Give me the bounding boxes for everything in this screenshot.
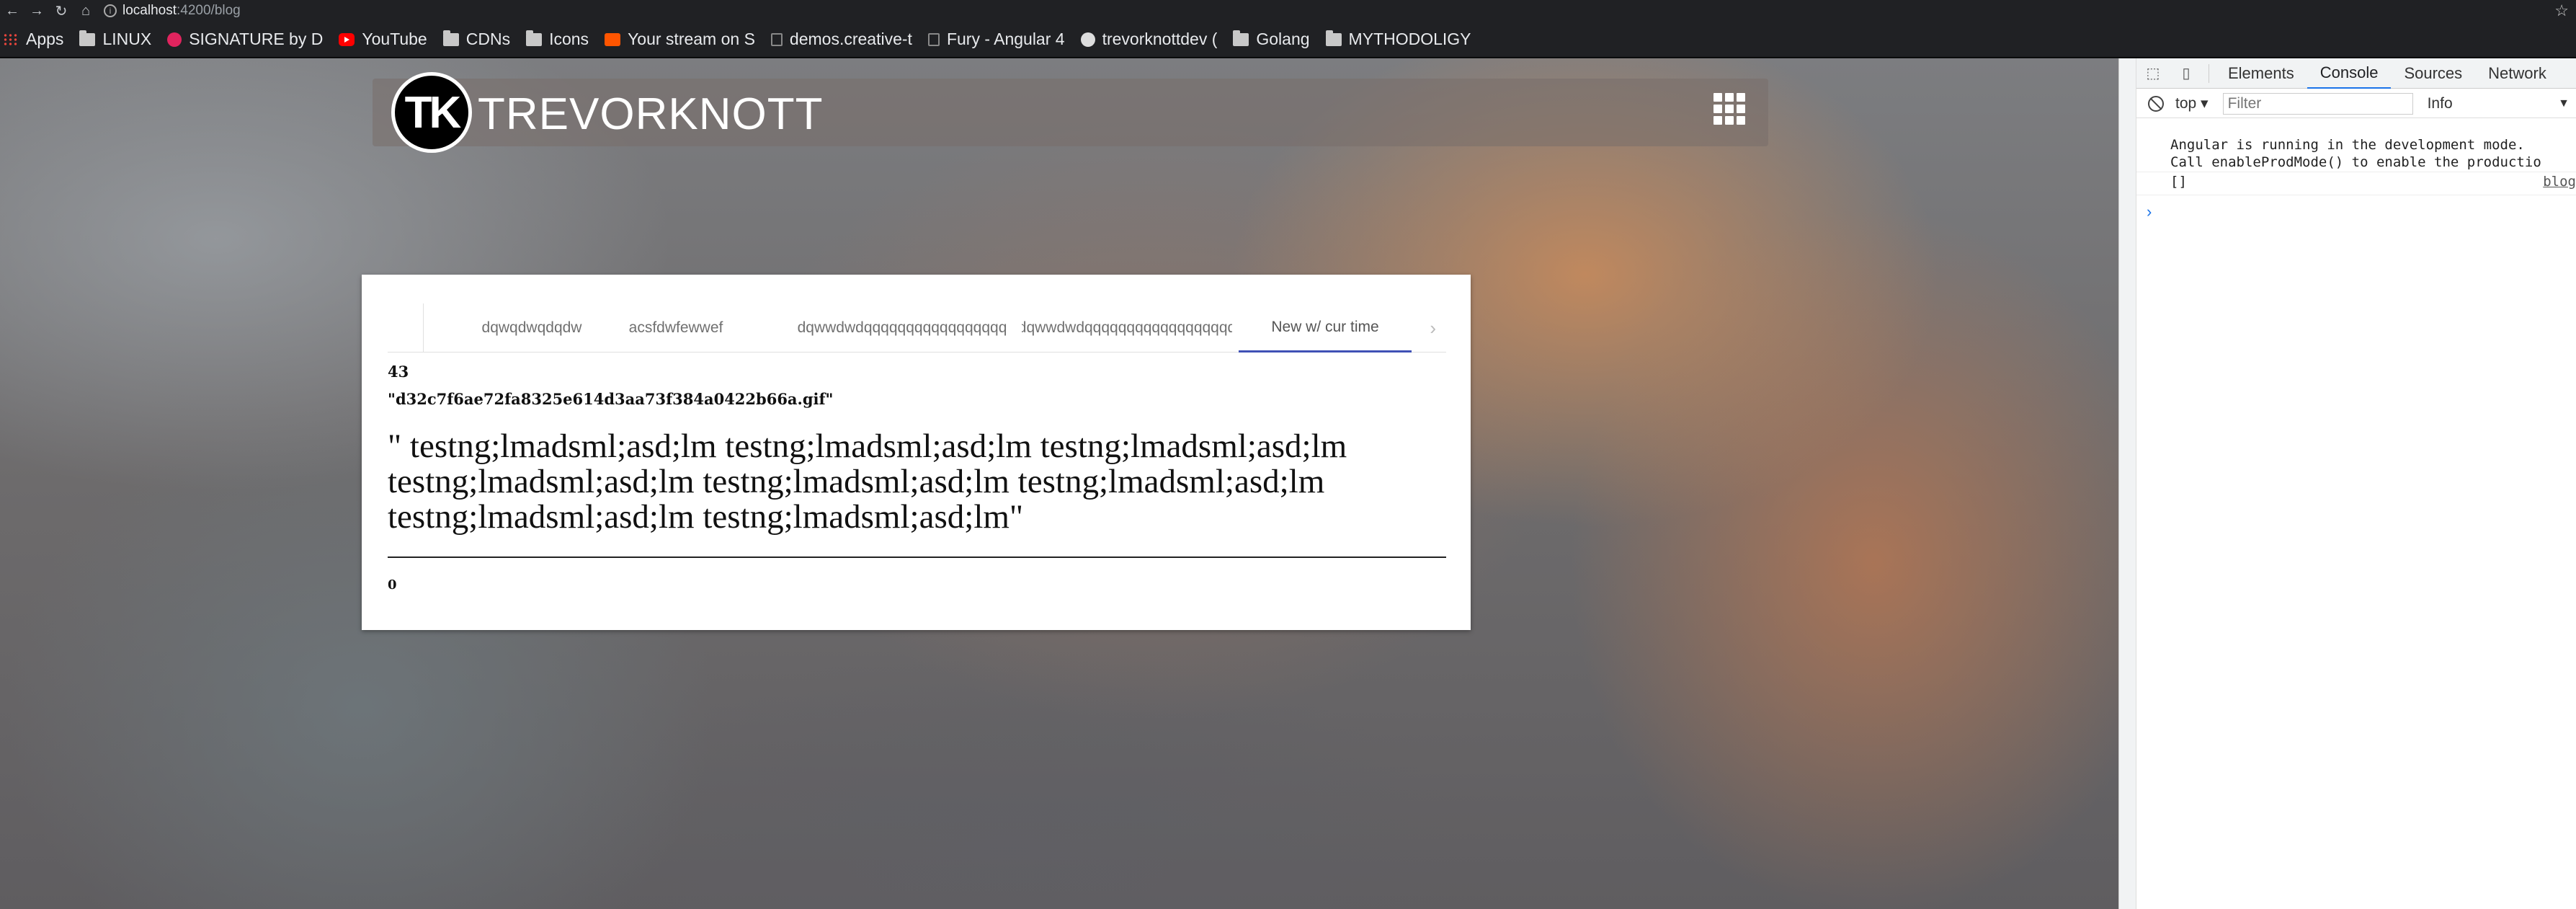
browser-toolbar: ← → ↻ ⌂ i localhost :4200/blog ☆ — [0, 0, 2576, 22]
address-bar[interactable]: i localhost :4200/blog — [104, 3, 241, 19]
post-tabs: dqwqdwqdqdw acsfdwfewwef dqwwdwdqqqqqqqq… — [388, 303, 1446, 352]
tab-network[interactable]: Network — [2475, 58, 2559, 89]
devtools-tabbar: ⬚ ▯ Elements Console Sources Network — [2136, 58, 2576, 89]
bookmark-demos[interactable]: demos.creative-t — [770, 30, 912, 49]
page-icon — [927, 32, 940, 46]
divider — [388, 557, 1446, 558]
site-header: TK TREVORKNOTT — [373, 72, 1768, 153]
chevron-down-icon[interactable]: ▼ — [2558, 97, 2570, 110]
bookmark-github[interactable]: trevorknottdev ( — [1080, 30, 1217, 49]
apps-grid-icon — [3, 32, 19, 46]
url-host: localhost — [122, 3, 177, 18]
bookmark-soundcloud[interactable]: Your stream on S — [605, 30, 755, 49]
forward-icon[interactable]: → — [24, 0, 49, 22]
console-toolbar: top ▾ Info ▼ — [2136, 89, 2576, 118]
tab-post-4[interactable]: dqwwdwdqqqqqqqqqqqqqqqqqq — [1022, 303, 1232, 352]
clear-console-icon[interactable] — [2148, 95, 2164, 112]
console-prompt-icon[interactable]: › — [2147, 203, 2152, 221]
chevron-right-icon[interactable]: › — [1430, 303, 1436, 352]
console-message: [] — [2136, 174, 2576, 195]
signature-icon — [167, 32, 182, 47]
bookmark-linux[interactable]: LINUX — [79, 30, 151, 49]
bookmark-icons[interactable]: Icons — [526, 30, 589, 49]
bookmark-golang[interactable]: Golang — [1233, 30, 1310, 49]
devtools-resize-handle[interactable] — [2119, 58, 2136, 909]
home-icon[interactable]: ⌂ — [73, 0, 98, 22]
folder-icon — [526, 30, 543, 46]
tab-scroll-left[interactable] — [388, 303, 424, 352]
bookmark-star-icon[interactable]: ☆ — [2554, 1, 2569, 20]
devtools-panel: ⬚ ▯ Elements Console Sources Network top… — [2118, 58, 2576, 909]
logo[interactable]: TK — [391, 72, 472, 153]
tab-post-5[interactable]: New w/ cur time — [1239, 303, 1412, 352]
folder-icon — [442, 30, 459, 46]
inspect-element-icon[interactable]: ⬚ — [2136, 58, 2170, 89]
back-icon[interactable]: ← — [0, 0, 24, 22]
bookmark-youtube[interactable]: YouTube — [339, 30, 427, 49]
tab-elements[interactable]: Elements — [2215, 58, 2307, 89]
post-body: " testng;lmadsml;asd;lm testng;lmadsml;a… — [388, 427, 1347, 536]
post-footer-value: 0 — [388, 577, 397, 593]
context-select[interactable]: top ▾ — [2175, 94, 2209, 112]
page-viewport: TK TREVORKNOTT dqwqdwqdqdw acsfdwfewwef … — [0, 58, 2118, 909]
console-filter-input[interactable] — [2222, 92, 2413, 115]
bookmark-cdns[interactable]: CDNs — [442, 30, 510, 49]
reload-icon[interactable]: ↻ — [49, 0, 73, 22]
apps-menu-icon[interactable] — [1713, 93, 1745, 125]
tab-console[interactable]: Console — [2307, 58, 2392, 89]
url-path: :4200/blog — [177, 3, 241, 18]
bookmarks-bar: Apps LINUX SIGNATURE by D YouTube CDNs I… — [0, 22, 2576, 58]
page-icon — [770, 32, 783, 46]
device-toolbar-icon[interactable]: ▯ — [2170, 58, 2203, 89]
folder-icon — [1325, 30, 1342, 46]
blog-post-card: dqwqdwqdqdw acsfdwfewwef dqwwdwdqqqqqqqq… — [362, 275, 1471, 630]
github-icon — [1080, 32, 1095, 47]
console-message: Angular is running in the development mo… — [2136, 136, 2576, 172]
site-title[interactable]: TREVORKNOTT — [478, 89, 823, 140]
soundcloud-icon — [605, 32, 621, 46]
folder-icon — [79, 30, 96, 46]
post-image-filename: "d32c7f6ae72fa8325e614d3aa73f384a0422b66… — [388, 390, 834, 408]
post-count: 43 — [388, 363, 409, 381]
tab-post-3[interactable]: dqwwdwdqqqqqqqqqqqqqqqqq — [797, 303, 1007, 352]
bookmark-apps[interactable]: Apps — [3, 30, 63, 49]
tab-sources[interactable]: Sources — [2391, 58, 2475, 89]
folder-icon — [1233, 30, 1249, 46]
bookmark-fury[interactable]: Fury - Angular 4 — [927, 30, 1065, 49]
site-info-icon[interactable]: i — [104, 4, 117, 17]
log-levels-select[interactable]: Info — [2428, 95, 2453, 112]
bookmark-mythodoligy[interactable]: MYTHODOLIGY — [1325, 30, 1471, 49]
bookmark-signature[interactable]: SIGNATURE by D — [167, 30, 323, 49]
tab-post-2[interactable]: acsfdwfewwef — [597, 303, 755, 352]
youtube-icon — [339, 32, 355, 46]
console-source-link[interactable]: blog — [2543, 174, 2576, 190]
